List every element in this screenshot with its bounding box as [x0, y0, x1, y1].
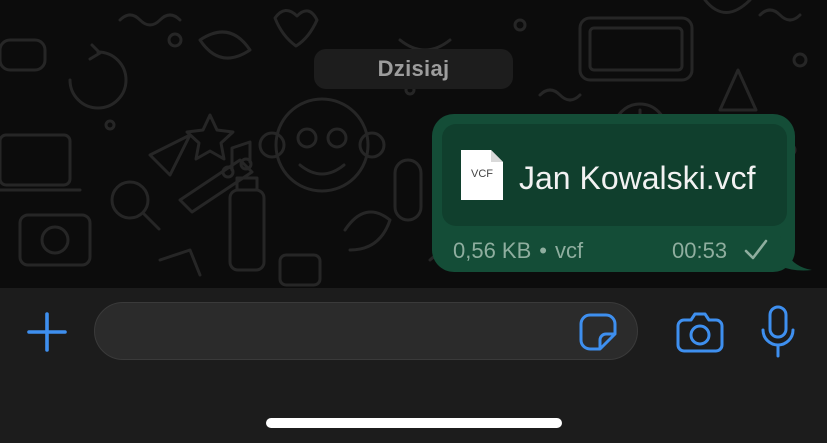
home-indicator[interactable] — [266, 418, 562, 428]
file-name[interactable]: Jan Kowalski.vcf — [519, 158, 756, 198]
chat-area[interactable]: Dzisiaj VCF Jan Kowalski.vcf 0,56 KB • vcf… — [0, 0, 827, 288]
sticker-icon[interactable] — [578, 312, 618, 352]
chat-screen: Dzisiaj VCF Jan Kowalski.vcf 0,56 KB • vcf… — [0, 0, 827, 443]
file-meta: 0,56 KB • vcf — [453, 237, 583, 265]
file-type: vcf — [554, 238, 584, 263]
plus-icon[interactable] — [26, 311, 68, 353]
date-separator: Dzisiaj — [314, 49, 513, 89]
bubble-tail — [780, 236, 812, 271]
file-size: 0,56 KB — [453, 238, 532, 263]
check-icon — [744, 239, 768, 260]
message-time: 00:53 — [672, 238, 728, 263]
meta-separator: • — [539, 238, 547, 263]
camera-icon[interactable] — [676, 311, 724, 353]
mic-icon[interactable] — [760, 305, 796, 359]
file-icon-label: VCF — [471, 168, 493, 180]
message-input[interactable] — [94, 302, 638, 360]
